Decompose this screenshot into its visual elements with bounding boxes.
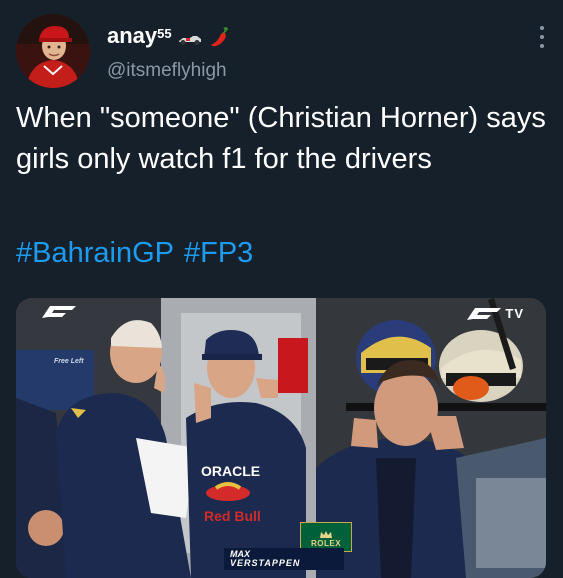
shirt-brand-text: Red Bull <box>204 508 261 524</box>
tweet-media-image[interactable]: TV ORACLE Red Bull Free Left ROLEX MAX V… <box>16 298 546 578</box>
broadcaster-logo-text: TV <box>505 306 524 321</box>
hashtags: #BahrainGP #FP3 <box>16 233 263 273</box>
user-handle[interactable]: @itsmeflyhigh <box>107 60 227 82</box>
avatar-image <box>16 14 90 88</box>
display-name-superscript: 55 <box>157 26 172 41</box>
avatar[interactable] <box>16 14 90 88</box>
wall-text: Free Left <box>54 358 84 365</box>
shirt-sponsor-text: ORACLE <box>201 463 261 479</box>
more-options-icon[interactable] <box>539 26 545 48</box>
crown-icon <box>320 531 332 538</box>
driver-caption: MAX VERSTAPPEN <box>224 548 344 570</box>
race-car-icon <box>178 36 201 45</box>
f1-logo-icon <box>42 306 76 318</box>
display-name[interactable]: anay55 <box>107 24 172 48</box>
f1tv-logo: TV <box>467 306 524 321</box>
chili-pepper-icon <box>210 27 228 47</box>
tweet-text: When "someone" (Christian Horner) says g… <box>16 102 546 175</box>
hashtag-link[interactable]: #BahrainGP <box>16 237 174 269</box>
media-photo <box>16 298 546 578</box>
f1-logo-icon <box>467 307 502 320</box>
tweet-card[interactable]: anay55 @itsmeflyhigh When "someone" (Chr… <box>0 0 563 578</box>
name-row[interactable]: anay55 <box>107 24 230 48</box>
hashtag-link[interactable]: #FP3 <box>184 237 253 269</box>
caption-last-name: VERSTAPPEN <box>230 558 301 568</box>
